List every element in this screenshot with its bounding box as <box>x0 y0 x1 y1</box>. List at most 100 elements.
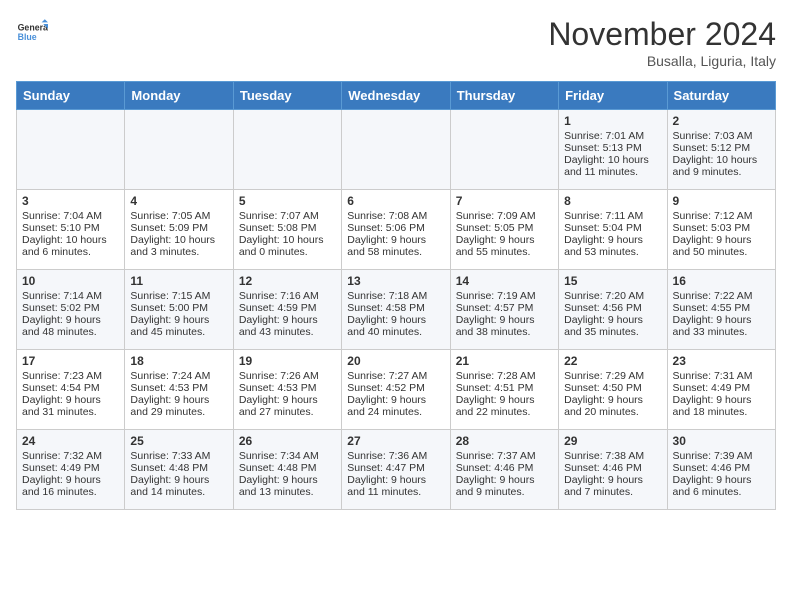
calendar-cell: 11Sunrise: 7:15 AMSunset: 5:00 PMDayligh… <box>125 270 233 350</box>
cell-text: Sunset: 5:03 PM <box>673 222 770 234</box>
weekday-header: Saturday <box>667 82 775 110</box>
cell-text: Sunrise: 7:03 AM <box>673 130 770 142</box>
calendar-cell: 7Sunrise: 7:09 AMSunset: 5:05 PMDaylight… <box>450 190 558 270</box>
weekday-header: Tuesday <box>233 82 341 110</box>
svg-text:General: General <box>18 22 48 32</box>
day-number: 23 <box>673 354 770 368</box>
cell-text: Daylight: 10 hours and 6 minutes. <box>22 234 119 258</box>
cell-text: Sunrise: 7:29 AM <box>564 370 661 382</box>
calendar-cell: 6Sunrise: 7:08 AMSunset: 5:06 PMDaylight… <box>342 190 450 270</box>
cell-text: Daylight: 9 hours and 33 minutes. <box>673 314 770 338</box>
calendar-cell: 9Sunrise: 7:12 AMSunset: 5:03 PMDaylight… <box>667 190 775 270</box>
cell-text: Sunrise: 7:23 AM <box>22 370 119 382</box>
day-number: 27 <box>347 434 444 448</box>
header-row: SundayMondayTuesdayWednesdayThursdayFrid… <box>17 82 776 110</box>
cell-text: Sunset: 5:00 PM <box>130 302 227 314</box>
cell-text: Daylight: 9 hours and 22 minutes. <box>456 394 553 418</box>
cell-text: Sunrise: 7:19 AM <box>456 290 553 302</box>
day-number: 24 <box>22 434 119 448</box>
cell-text: Daylight: 9 hours and 45 minutes. <box>130 314 227 338</box>
cell-text: Daylight: 9 hours and 16 minutes. <box>22 474 119 498</box>
cell-text: Sunrise: 7:26 AM <box>239 370 336 382</box>
day-number: 10 <box>22 274 119 288</box>
cell-text: Sunrise: 7:24 AM <box>130 370 227 382</box>
cell-text: Sunset: 5:06 PM <box>347 222 444 234</box>
cell-text: Sunrise: 7:08 AM <box>347 210 444 222</box>
day-number: 18 <box>130 354 227 368</box>
calendar-cell: 16Sunrise: 7:22 AMSunset: 4:55 PMDayligh… <box>667 270 775 350</box>
day-number: 28 <box>456 434 553 448</box>
calendar-cell: 13Sunrise: 7:18 AMSunset: 4:58 PMDayligh… <box>342 270 450 350</box>
cell-text: Sunset: 4:48 PM <box>239 462 336 474</box>
day-number: 4 <box>130 194 227 208</box>
cell-text: Sunrise: 7:32 AM <box>22 450 119 462</box>
calendar-cell: 5Sunrise: 7:07 AMSunset: 5:08 PMDaylight… <box>233 190 341 270</box>
cell-text: Sunrise: 7:14 AM <box>22 290 119 302</box>
cell-text: Sunset: 4:55 PM <box>673 302 770 314</box>
cell-text: Daylight: 10 hours and 0 minutes. <box>239 234 336 258</box>
calendar-cell: 21Sunrise: 7:28 AMSunset: 4:51 PMDayligh… <box>450 350 558 430</box>
cell-text: Daylight: 9 hours and 7 minutes. <box>564 474 661 498</box>
cell-text: Sunrise: 7:20 AM <box>564 290 661 302</box>
cell-text: Daylight: 9 hours and 13 minutes. <box>239 474 336 498</box>
calendar-cell: 19Sunrise: 7:26 AMSunset: 4:53 PMDayligh… <box>233 350 341 430</box>
calendar-week-row: 3Sunrise: 7:04 AMSunset: 5:10 PMDaylight… <box>17 190 776 270</box>
cell-text: Sunrise: 7:04 AM <box>22 210 119 222</box>
cell-text: Sunrise: 7:07 AM <box>239 210 336 222</box>
calendar-cell: 10Sunrise: 7:14 AMSunset: 5:02 PMDayligh… <box>17 270 125 350</box>
calendar-cell <box>233 110 341 190</box>
day-number: 25 <box>130 434 227 448</box>
cell-text: Sunset: 5:04 PM <box>564 222 661 234</box>
cell-text: Sunset: 5:13 PM <box>564 142 661 154</box>
cell-text: Sunrise: 7:09 AM <box>456 210 553 222</box>
cell-text: Daylight: 9 hours and 24 minutes. <box>347 394 444 418</box>
day-number: 26 <box>239 434 336 448</box>
cell-text: Sunrise: 7:05 AM <box>130 210 227 222</box>
day-number: 15 <box>564 274 661 288</box>
calendar-cell: 28 Sunrise: 7:37 AMSunset: 4:46 PMDayligh… <box>450 430 558 510</box>
cell-text: Sunrise: 7:28 AM <box>456 370 553 382</box>
calendar-cell: 20Sunrise: 7:27 AMSunset: 4:52 PMDayligh… <box>342 350 450 430</box>
cell-text: Daylight: 10 hours and 9 minutes. <box>673 154 770 178</box>
cell-text: Sunset: 4:50 PM <box>564 382 661 394</box>
calendar-cell: 12Sunrise: 7:16 AMSunset: 4:59 PMDayligh… <box>233 270 341 350</box>
cell-text: Sunset: 5:10 PM <box>22 222 119 234</box>
calendar-cell: 3Sunrise: 7:04 AMSunset: 5:10 PMDaylight… <box>17 190 125 270</box>
calendar-cell: 24Sunrise: 7:32 AMSunset: 4:49 PMDayligh… <box>17 430 125 510</box>
cell-text: Sunset: 4:49 PM <box>673 382 770 394</box>
day-number: 7 <box>456 194 553 208</box>
cell-text: Sunrise: 7:18 AM <box>347 290 444 302</box>
cell-text: Sunrise: 7:01 AM <box>564 130 661 142</box>
cell-text: Daylight: 9 hours and 29 minutes. <box>130 394 227 418</box>
page-header: General Blue November 2024 Busalla, Ligu… <box>16 16 776 69</box>
calendar-cell: 17Sunrise: 7:23 AMSunset: 4:54 PMDayligh… <box>17 350 125 430</box>
day-number: 14 <box>456 274 553 288</box>
cell-text: Sunrise: 7:34 AM <box>239 450 336 462</box>
cell-text: Sunset: 4:59 PM <box>239 302 336 314</box>
svg-text:Blue: Blue <box>18 32 37 42</box>
cell-text: Sunrise: 7:22 AM <box>673 290 770 302</box>
cell-text: Sunset: 4:52 PM <box>347 382 444 394</box>
cell-text: Sunset: 4:46 PM <box>673 462 770 474</box>
title-block: November 2024 Busalla, Liguria, Italy <box>548 16 776 69</box>
logo: General Blue <box>16 16 48 48</box>
cell-text: Daylight: 9 hours and 35 minutes. <box>564 314 661 338</box>
cell-text: Daylight: 9 hours and 9 minutes. <box>456 474 553 498</box>
cell-text: Daylight: 9 hours and 55 minutes. <box>456 234 553 258</box>
cell-text: Sunset: 4:56 PM <box>564 302 661 314</box>
calendar-cell: 2Sunrise: 7:03 AMSunset: 5:12 PMDaylight… <box>667 110 775 190</box>
cell-text: Sunrise: 7:27 AM <box>347 370 444 382</box>
calendar-cell: 22Sunrise: 7:29 AMSunset: 4:50 PMDayligh… <box>559 350 667 430</box>
cell-text: Sunset: 4:46 PM <box>456 462 553 474</box>
weekday-header: Monday <box>125 82 233 110</box>
cell-text: Sunset: 4:46 PM <box>564 462 661 474</box>
logo-icon: General Blue <box>16 16 48 48</box>
cell-text: Sunset: 5:09 PM <box>130 222 227 234</box>
calendar-cell: 30Sunrise: 7:39 AMSunset: 4:46 PMDayligh… <box>667 430 775 510</box>
cell-text: Sunrise: 7:33 AM <box>130 450 227 462</box>
calendar-cell <box>342 110 450 190</box>
calendar-cell: 23Sunrise: 7:31 AMSunset: 4:49 PMDayligh… <box>667 350 775 430</box>
cell-text: Daylight: 9 hours and 48 minutes. <box>22 314 119 338</box>
cell-text: Sunrise: 7:37 AM <box>456 450 553 462</box>
cell-text: Sunset: 5:08 PM <box>239 222 336 234</box>
